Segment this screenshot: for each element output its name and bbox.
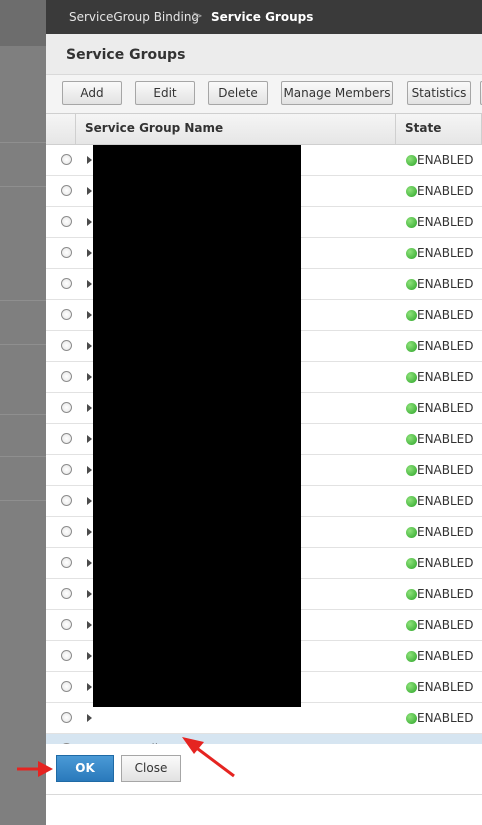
annotation-overlay [17, 737, 235, 778]
red-arrow-icon [17, 761, 53, 777]
red-arrow-icon [182, 737, 235, 778]
